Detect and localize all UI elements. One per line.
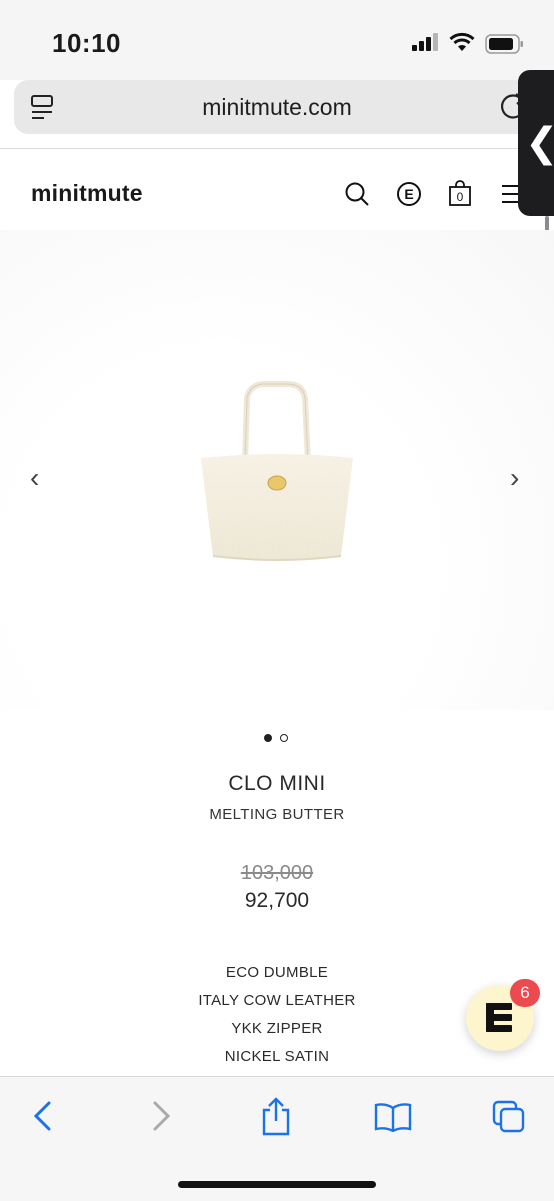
carousel-dot-1[interactable] <box>264 734 272 742</box>
forward-icon[interactable] <box>150 1100 172 1132</box>
back-icon[interactable] <box>32 1100 54 1132</box>
site-logo[interactable]: minitmute <box>31 180 143 207</box>
url-text[interactable]: minitmute.com <box>0 94 554 121</box>
search-icon[interactable] <box>344 181 370 207</box>
carousel-dot-2[interactable] <box>280 734 288 742</box>
feature-item: ECO DUMBLE <box>225 964 329 981</box>
status-time: 10:10 <box>52 28 121 58</box>
product-color: MELTING BUTTER <box>209 806 345 823</box>
carousel-next-icon[interactable]: › <box>510 462 519 494</box>
battery-icon <box>485 34 523 54</box>
tabs-icon[interactable] <box>492 1100 526 1134</box>
chevron-left-icon: ❮ <box>525 120 554 166</box>
cart-count: 0 <box>456 190 464 204</box>
menu-icon[interactable] <box>502 184 518 204</box>
wifi-icon <box>449 32 475 51</box>
chat-notification-badge: 6 <box>510 979 540 1007</box>
sale-price: 92,700 <box>244 889 310 912</box>
svg-text:E: E <box>404 186 413 202</box>
status-bar: 10:10 <box>0 0 554 80</box>
bookmarks-icon[interactable] <box>374 1102 412 1132</box>
signal-icon <box>412 33 438 51</box>
side-panel-handle[interactable]: ❮ <box>518 70 554 216</box>
shopping-bag-icon[interactable]: 0 <box>448 180 472 208</box>
carousel-prev-icon[interactable]: ‹ <box>30 462 39 494</box>
product-name: CLO MINI <box>228 772 326 795</box>
browser-divider <box>0 148 554 149</box>
home-indicator <box>178 1181 376 1188</box>
original-price: 103,000 <box>240 862 314 884</box>
share-icon[interactable] <box>260 1096 292 1136</box>
carousel-dots <box>264 729 296 747</box>
product-image <box>201 381 353 561</box>
e-badge-icon[interactable]: E <box>396 181 422 207</box>
